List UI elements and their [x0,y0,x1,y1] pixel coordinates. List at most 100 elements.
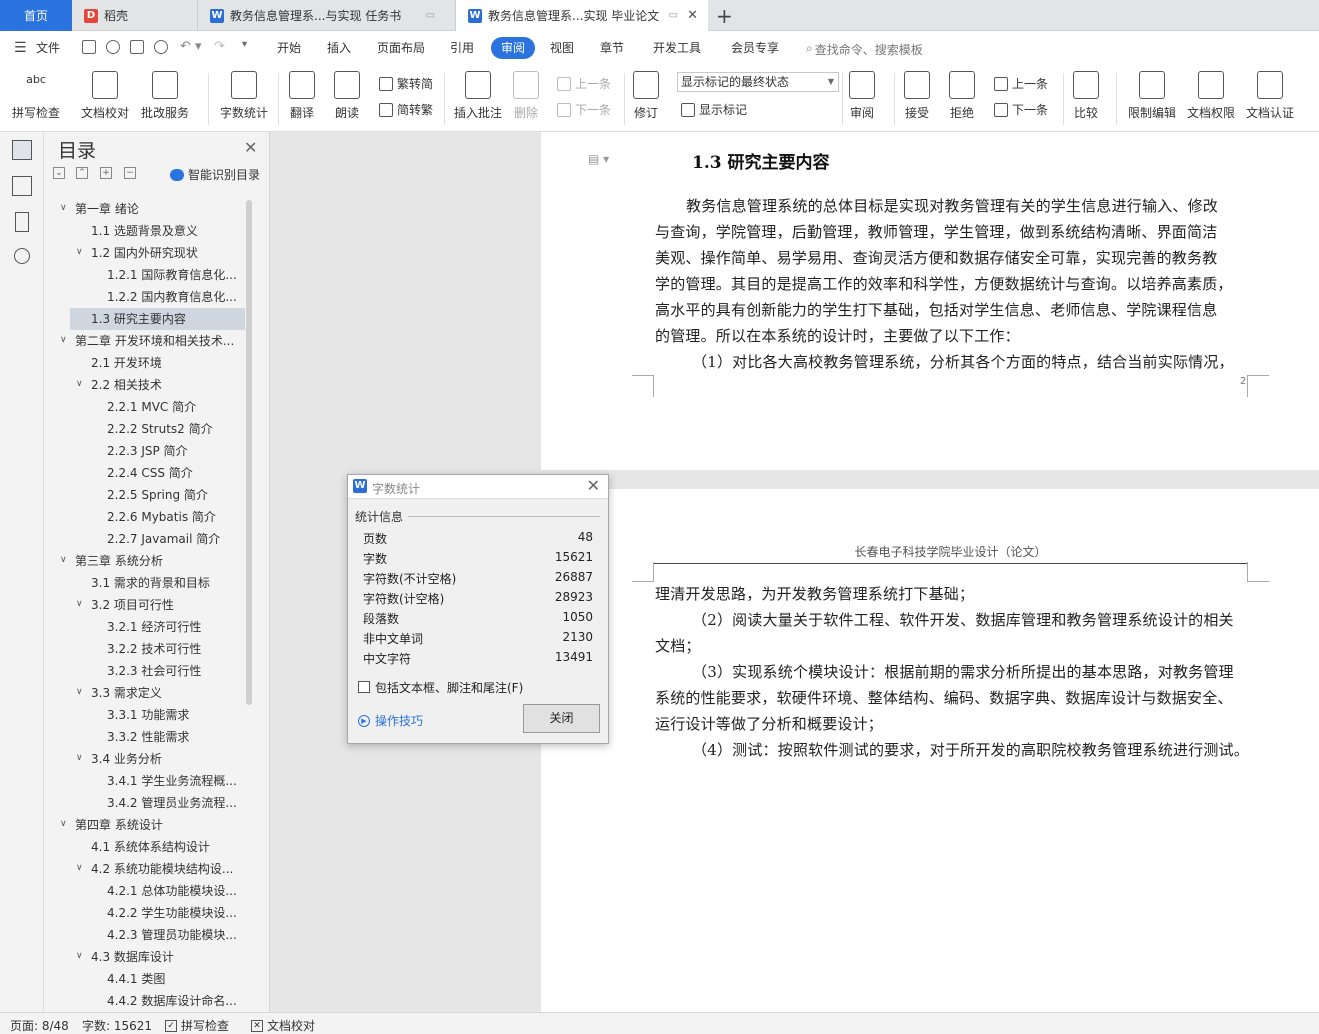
prev-revision-button[interactable]: 上一条 [994,75,1048,92]
chevron-down-icon[interactable]: ∨ [76,379,83,389]
reject-button[interactable]: 拒绝 [949,71,975,121]
doc-permission-button[interactable]: 文档权限 [1187,71,1235,121]
close-button[interactable]: 关闭 [523,704,600,733]
chevron-down-icon[interactable]: ∨ [76,687,83,697]
toc-item[interactable]: 4.2.1 总体功能模块设... [44,880,244,902]
simp-to-trad-button[interactable]: 简转繁 [379,101,433,118]
toc-item[interactable]: 4.4.1 类图 [44,968,244,990]
toc-item[interactable]: 3.3.1 功能需求 [44,704,244,726]
include-textbox-checkbox[interactable] [358,681,370,693]
menu-devtools[interactable]: 开发工具 [653,37,701,59]
accept-button[interactable]: 接受 [904,71,930,121]
chevron-down-icon[interactable]: ∨ [60,819,67,829]
menu-start[interactable]: 开始 [277,37,301,59]
more-icon[interactable]: ▾ [242,39,247,50]
restrict-edit-button[interactable]: 限制编辑 [1128,71,1176,121]
insert-comment-button[interactable]: 插入批注 [454,71,502,121]
chevron-down-icon[interactable]: ∨ [60,203,67,213]
chevron-down-icon[interactable]: ∨ [76,951,83,961]
toc-item[interactable]: 4.4.2 数据库设计命名... [44,990,244,1012]
toc-item[interactable]: 4.3 数据库设计 [44,946,244,968]
toc-item[interactable]: 1.2.1 国际教育信息化... [44,264,244,286]
revise-button[interactable]: 修订 [633,71,659,121]
compare-button[interactable]: 比较 [1073,71,1099,121]
toc-item[interactable]: 1.2 国内外研究现状 [44,242,244,264]
hamburger-icon[interactable]: ☰ [14,40,27,56]
chevron-down-icon[interactable]: ∨ [60,335,67,345]
menu-chapter[interactable]: 章节 [600,37,624,59]
toc-item[interactable]: 2.2.4 CSS 简介 [44,462,244,484]
toc-item[interactable]: 2.2.1 MVC 简介 [44,396,244,418]
toc-item[interactable]: 3.3.2 性能需求 [44,726,244,748]
status-proofread[interactable]: ✕ 文档校对 [251,1017,315,1034]
read-aloud-button[interactable]: 朗读 [334,71,360,121]
toc-item[interactable]: 3.4 业务分析 [44,748,244,770]
chapter-nav-icon[interactable] [12,176,32,196]
toc-item[interactable]: 3.2.3 社会可行性 [44,660,244,682]
menu-review[interactable]: 审阅 [491,37,536,59]
menu-view[interactable]: 视图 [550,37,574,59]
redo-icon[interactable]: ↷ [214,39,225,54]
toc-item[interactable]: 第四章 系统设计 [44,814,244,836]
tab-thesis-doc[interactable]: W 教务信息管理系...实现 毕业论文 ▭ ✕ [456,0,708,31]
chevron-down-icon[interactable]: ∨ [76,863,83,873]
status-spell-check[interactable]: ✓ 拼写检查 [165,1017,229,1034]
toc-item[interactable]: 2.2 相关技术 [44,374,244,396]
tips-link[interactable]: ▶ 操作技巧 [358,712,423,729]
toc-item[interactable]: 2.1 开发环境 [44,352,244,374]
proofread-button[interactable]: 文档校对 [81,71,129,121]
toc-item[interactable]: 4.2.3 管理员功能模块... [44,924,244,946]
batch-service-button[interactable]: 批改服务 [141,71,189,121]
close-icon[interactable]: ✕ [244,138,257,157]
paragraph-menu-icon[interactable]: ▤ ▾ [588,152,609,166]
remove-level-icon[interactable]: − [124,167,136,179]
toc-item[interactable]: 3.2 项目可行性 [44,594,244,616]
toc-item[interactable]: 1.2.2 国内教育信息化... [44,286,244,308]
word-count-indicator[interactable]: 字数: 15621 [82,1017,152,1034]
toc-item[interactable]: 2.2.2 Struts2 简介 [44,418,244,440]
tab-home[interactable]: 首页 [0,0,72,31]
chevron-down-icon[interactable]: ∨ [76,247,83,257]
chevron-down-icon[interactable]: ∨ [76,753,83,763]
chevron-down-icon[interactable]: ∨ [76,599,83,609]
toc-scrollbar[interactable] [246,200,252,705]
search-icon[interactable] [14,248,30,264]
toc-item[interactable]: 第三章 系统分析 [44,550,244,572]
toc-item[interactable]: 2.2.5 Spring 简介 [44,484,244,506]
preview-icon[interactable] [154,40,168,54]
close-tab-icon[interactable]: ✕ [687,8,698,23]
toc-item[interactable]: 3.2.1 经济可行性 [44,616,244,638]
add-level-icon[interactable]: + [100,167,112,179]
new-tab-icon[interactable]: + [716,4,733,28]
toc-item[interactable]: 4.2.2 学生功能模块设... [44,902,244,924]
word-count-button[interactable]: 字数统计 [220,71,268,121]
collapse-all-icon[interactable]: ⌄ [53,167,65,179]
menu-reference[interactable]: 引用 [450,37,474,59]
toc-item[interactable]: 1.3 研究主要内容 [70,308,245,330]
delete-comment-button[interactable]: 删除 [513,71,539,121]
markup-state-select[interactable]: 显示标记的最终状态 ▼ [677,72,839,92]
toc-item[interactable]: 1.1 选题背景及意义 [44,220,244,242]
command-search[interactable]: ⌕ 查找命令、搜索模板 [806,41,923,58]
bookmark-icon[interactable] [15,212,29,232]
toc-item[interactable]: 第二章 开发环境和相关技术... [44,330,244,352]
toc-item[interactable]: 3.3 需求定义 [44,682,244,704]
next-revision-button[interactable]: 下一条 [994,101,1048,118]
chevron-down-icon[interactable]: ∨ [60,555,67,565]
menu-file[interactable]: 文件 [36,37,60,59]
prev-comment-button[interactable]: 上一条 [557,75,611,92]
print-icon[interactable] [130,40,144,54]
save-icon[interactable] [82,40,96,54]
menu-insert[interactable]: 插入 [327,37,351,59]
doc-cert-button[interactable]: 文档认证 [1246,71,1294,121]
show-marks-button[interactable]: 显示标记 [681,101,747,118]
expand-up-icon[interactable]: ⌃ [76,167,88,179]
tab-docer[interactable]: D 稻壳 [72,0,198,31]
toc-item[interactable]: 4.1 系统体系结构设计 [44,836,244,858]
review-pane-button[interactable]: 审阅 [849,71,875,121]
next-comment-button[interactable]: 下一条 [557,101,611,118]
include-textbox-label[interactable]: 包括文本框、脚注和尾注(F) [375,679,523,696]
close-icon[interactable]: ✕ [587,476,600,495]
toc-view-icon[interactable] [12,140,32,160]
toc-item[interactable]: 3.1 需求的背景和目标 [44,572,244,594]
